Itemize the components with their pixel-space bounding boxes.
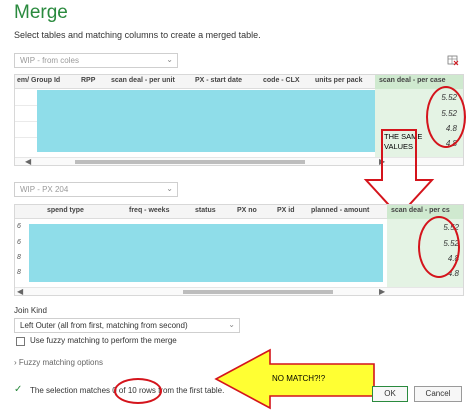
fuzzy-matching-label: Use fuzzy matching to perform the merge [30,336,177,345]
table1-col-header[interactable]: RPP [81,77,95,84]
table1-col-header[interactable]: scan deal - per unit [111,77,175,84]
table2-col-header[interactable]: freq - weeks [129,207,169,214]
table2-select-value: WIP - PX 204 [20,185,69,194]
annotation-oval [418,216,460,278]
table2-col-header[interactable]: scan deal - per cs [391,207,450,214]
chevron-down-icon: ⌄ [166,184,173,193]
table2-col-header[interactable]: PX id [277,207,295,214]
chevron-down-icon: ⌄ [228,320,235,329]
fuzzy-options-label: Fuzzy matching options [18,358,103,367]
table-icon[interactable] [447,54,459,66]
table2-preview[interactable]: spend type freq - weeks status PX no PX … [14,204,464,296]
table2-col-header[interactable]: PX no [237,207,257,214]
table1-col-header[interactable]: units per pack [315,77,362,84]
fuzzy-matching-checkbox[interactable] [16,337,25,346]
check-icon: ✓ [14,384,23,395]
annotation-text: NO MATCH?!? [272,374,326,383]
scroll-right-icon[interactable]: ▶ [379,287,385,295]
table1-select-value: WIP - from coles [20,56,79,65]
ok-button[interactable]: OK [372,386,408,402]
table2-row-prefix: 8 [17,269,21,276]
chevron-down-icon: ⌄ [166,55,173,64]
table1-col-header[interactable]: em/ Group Id [17,77,60,84]
redacted-rows [37,90,375,152]
table2-col-header[interactable]: planned - amount [311,207,369,214]
cancel-button[interactable]: Cancel [414,386,462,402]
table1-select[interactable]: WIP - from coles ⌄ [14,53,178,68]
table2-scrollbar[interactable]: ◀ ▶ [15,287,463,295]
scroll-thumb[interactable] [183,290,333,294]
table2-col-header[interactable]: status [195,207,216,214]
join-kind-value: Left Outer (all from first, matching fro… [20,321,188,330]
table2-row-prefix: 8 [17,254,21,261]
scroll-left-icon[interactable]: ◀ [25,157,31,165]
table1-col-header[interactable]: code - CLX [263,77,300,84]
scroll-left-icon[interactable]: ◀ [17,287,23,295]
table2-row-prefix: 6 [17,239,21,246]
dialog-subtitle: Select tables and matching columns to cr… [14,30,261,40]
dialog-title: Merge [14,2,68,23]
scroll-thumb[interactable] [75,160,305,164]
join-kind-select[interactable]: Left Outer (all from first, matching fro… [14,318,240,333]
annotation-oval [114,378,162,404]
table2-row-prefix: 6 [17,223,21,230]
fuzzy-options-toggle[interactable]: › Fuzzy matching options [14,358,103,367]
join-kind-label: Join Kind [14,306,47,315]
table1-col-header[interactable]: scan deal - per case [379,77,446,84]
table2-select[interactable]: WIP - PX 204 ⌄ [14,182,178,197]
redacted-rows [29,224,383,282]
table2-col-header[interactable]: spend type [47,207,84,214]
table1-col-header[interactable]: PX - start date [195,77,242,84]
chevron-right-icon: › [14,358,17,367]
